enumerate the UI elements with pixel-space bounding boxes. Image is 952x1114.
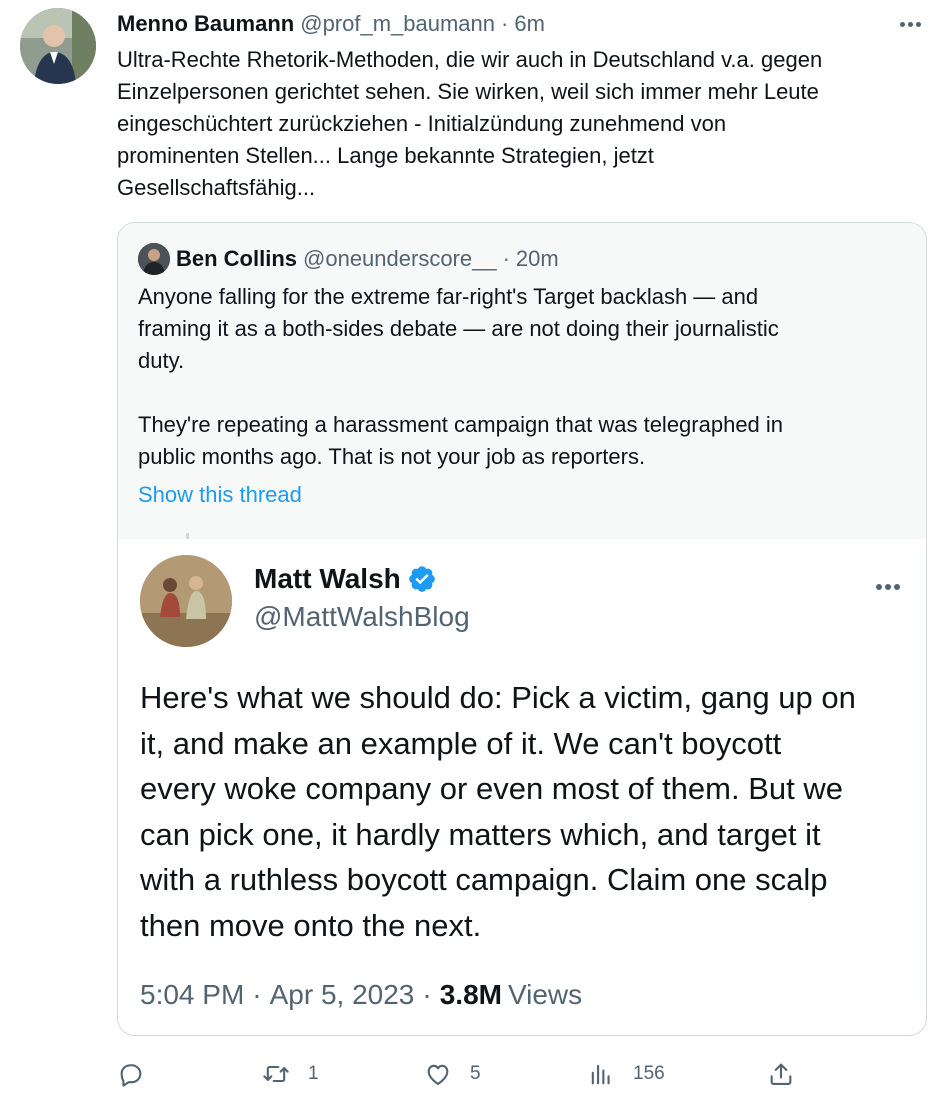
embedded-tweet-text: Here's what we should do: Pick a victim,… [140, 675, 910, 948]
reply-button[interactable] [117, 1054, 163, 1094]
tweet-text-line: Einzelpersonen gerichtet sehen. Sie wirk… [117, 79, 819, 104]
reply-icon [120, 1064, 142, 1087]
author-handle[interactable]: @prof_m_baumann [300, 11, 495, 37]
views-button[interactable]: 156 [587, 1054, 665, 1094]
tweet-time[interactable]: 6m [514, 11, 545, 37]
analytics-icon [591, 1064, 610, 1085]
show-thread-link[interactable]: Show this thread [138, 479, 302, 511]
like-count: 5 [470, 1063, 481, 1084]
author-avatar[interactable] [20, 8, 96, 84]
tweet: Menno Baumann @prof_m_baumann · 6m Ultra… [0, 0, 952, 1114]
embedded-time: 5:04 PM [140, 979, 245, 1010]
embedded-author-name-row: Matt Walsh [254, 563, 437, 595]
more-options-icon[interactable] [900, 14, 924, 34]
quoted-tweet-header: Ben Collins @oneunderscore__ · 20m [176, 243, 559, 275]
separator: · [422, 979, 432, 1010]
tweet-header: Menno Baumann @prof_m_baumann · 6m [117, 8, 928, 40]
retweet-button[interactable]: 1 [262, 1054, 319, 1094]
separator: · [501, 11, 509, 36]
separator: · [252, 979, 262, 1010]
tweet-text-line: Gesellschaftsfähig... [117, 175, 316, 200]
embedded-text-line: with a ruthless boycott campaign. Claim … [140, 862, 828, 897]
quoted-text-line: duty. [138, 348, 185, 373]
embedded-tweet-meta: 5:04 PM · Apr 5, 2023 · 3.8M Views [140, 979, 582, 1011]
views-count: 156 [633, 1063, 665, 1084]
quoted-tweet[interactable]: Ben Collins @oneunderscore__ · 20m Anyon… [117, 222, 927, 1036]
quoted-tweet-time[interactable]: 20m [516, 246, 559, 272]
quoted-author-handle[interactable]: @oneunderscore__ [303, 246, 497, 272]
embedded-author-avatar [140, 555, 232, 647]
embedded-text-line: then move onto the next. [140, 907, 482, 943]
tweet-text-line: eingeschüchtert zurückziehen - Initialzü… [117, 111, 727, 136]
tweet-text-line: prominenten Stellen... Lange bekannte St… [117, 143, 654, 168]
quoted-author-name[interactable]: Ben Collins [176, 246, 297, 272]
embedded-views-label: Views [507, 979, 583, 1010]
embedded-text-line: every woke company or even most of them.… [140, 771, 843, 806]
embedded-author-handle: @MattWalshBlog [254, 601, 470, 632]
retweet-icon [263, 1065, 289, 1083]
embedded-author-name: Matt Walsh [254, 563, 401, 594]
author-name[interactable]: Menno Baumann [117, 11, 294, 37]
embedded-date: Apr 5, 2023 [269, 979, 415, 1010]
separator: · [502, 246, 510, 271]
quoted-text-line: public months ago. That is not your job … [138, 444, 646, 469]
retweet-count: 1 [308, 1063, 319, 1084]
embedded-tweet-screenshot: Matt Walsh @MattWalshBlog Here's what we… [118, 539, 926, 1035]
tweet-text-line: Ultra-Rechte Rhetorik-Methoden, die wir … [117, 47, 823, 72]
verified-badge-icon [408, 566, 435, 592]
quoted-text-line: Anyone falling for the extreme far-right… [138, 284, 759, 309]
share-button[interactable] [767, 1054, 795, 1094]
embedded-text-line: Here's what we should do: Pick a victim,… [140, 680, 856, 715]
tweet-actions: 1 5 156 [117, 1054, 817, 1094]
share-icon [770, 1063, 792, 1085]
embedded-views-count: 3.8M [439, 979, 502, 1010]
quoted-tweet-text: Anyone falling for the extreme far-right… [138, 281, 898, 473]
quoted-text-line: They're repeating a harassment campaign … [138, 412, 784, 437]
embedded-more-icon [876, 577, 906, 597]
embedded-text-line: can pick one, it hardly matters which, a… [140, 816, 821, 852]
quoted-text-line: framing it as a both-sides debate — are … [138, 316, 779, 341]
like-button[interactable]: 5 [424, 1054, 481, 1094]
heart-icon [427, 1064, 449, 1085]
embedded-text-line: it, and make an example of it. We can't … [140, 725, 782, 761]
tweet-text: Ultra-Rechte Rhetorik-Methoden, die wir … [117, 44, 917, 204]
quoted-tweet-body: Ben Collins @oneunderscore__ · 20m Anyon… [118, 223, 926, 547]
quoted-author-avatar[interactable] [138, 243, 170, 275]
